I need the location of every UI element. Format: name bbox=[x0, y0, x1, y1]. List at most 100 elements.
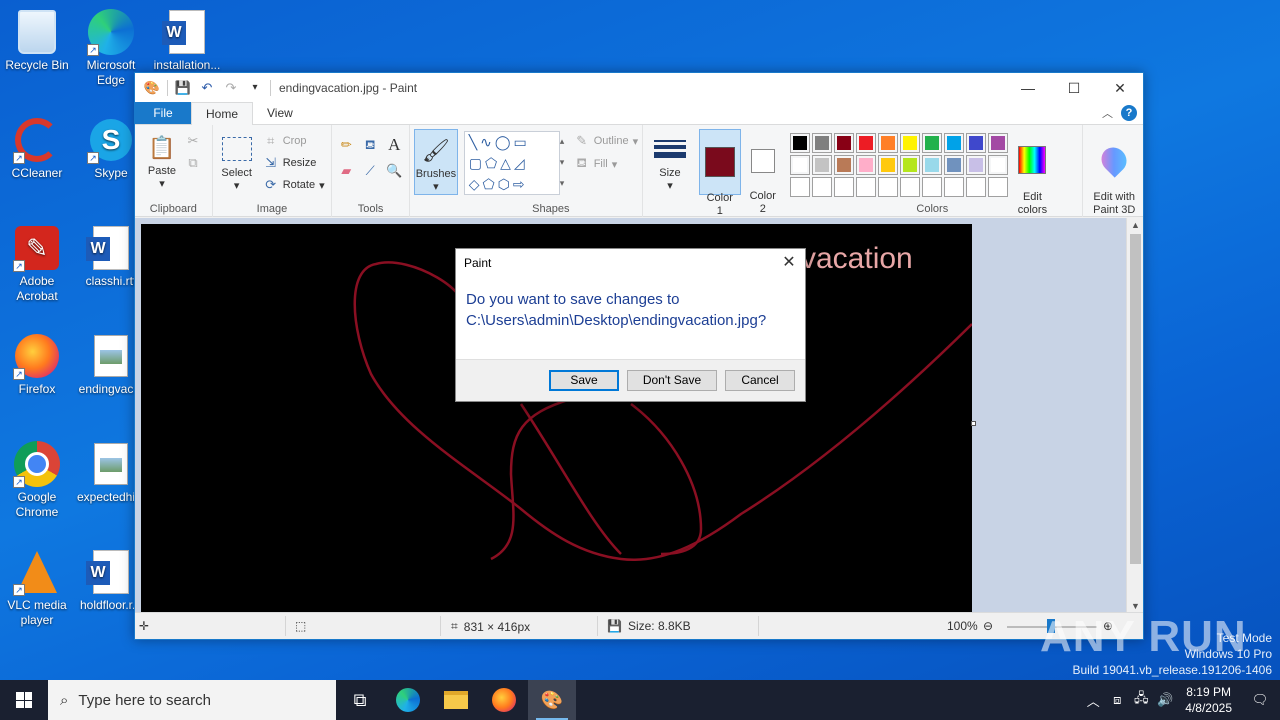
title-bar[interactable]: 🎨 💾 ↶ ↷ ▾ endingvacation.jpg - Paint — ☐… bbox=[135, 73, 1143, 103]
pentagon-icon[interactable]: ⬠ bbox=[482, 176, 497, 192]
curve-shape-icon[interactable]: ∿ bbox=[480, 134, 495, 150]
palette-swatch-empty[interactable] bbox=[856, 177, 877, 197]
eraser-tool[interactable]: ▰ bbox=[338, 163, 354, 179]
vertical-scrollbar[interactable]: ▲ ▼ bbox=[1126, 218, 1143, 613]
paste-button[interactable]: 📋 Paste ▾ bbox=[143, 131, 181, 191]
outline-button[interactable]: ✎ Outline ▾ bbox=[574, 133, 638, 149]
fill-button[interactable]: ⛾ Fill ▾ bbox=[574, 155, 617, 173]
clock[interactable]: 8:19 PM 4/8/2025 bbox=[1177, 684, 1240, 716]
cancel-button[interactable]: Cancel bbox=[725, 370, 795, 391]
scroll-down-icon[interactable]: ▼ bbox=[1127, 601, 1143, 611]
fill-tool[interactable]: ⛾ bbox=[362, 137, 378, 155]
palette-swatch[interactable] bbox=[922, 155, 943, 175]
task-view-button[interactable]: ⧉ bbox=[336, 680, 384, 720]
oval-shape-icon[interactable]: ◯ bbox=[495, 134, 514, 150]
save-icon[interactable]: 💾 bbox=[174, 79, 192, 97]
shapes-gallery[interactable]: ╲∿◯▭ ▢⬠△◿ ◇⬠⬡⇨ bbox=[463, 131, 560, 195]
taskbar-file-explorer[interactable] bbox=[432, 680, 480, 720]
rotate-button[interactable]: ⟳ Rotate ▾ bbox=[263, 177, 324, 193]
palette-swatch[interactable] bbox=[922, 133, 943, 153]
dialog-close-icon[interactable]: ✕ bbox=[773, 249, 805, 277]
undo-icon[interactable]: ↶ bbox=[198, 79, 216, 97]
desktop-icon-chrome[interactable]: ↗ Google Chrome bbox=[1, 440, 73, 520]
palette-swatch[interactable] bbox=[856, 133, 877, 153]
triangle-icon[interactable]: △ bbox=[500, 155, 514, 171]
collapse-ribbon-icon[interactable]: ︿ bbox=[1102, 105, 1113, 121]
dont-save-button[interactable]: Don't Save bbox=[627, 370, 717, 391]
shapes-scroll-icon[interactable]: ▴ ▾ ▾ bbox=[560, 131, 565, 194]
tray-app-icon[interactable]: ⧈ bbox=[1105, 692, 1129, 708]
right-triangle-icon[interactable]: ◿ bbox=[514, 155, 528, 171]
desktop-icon-ccleaner[interactable]: ↗ CCleaner bbox=[1, 116, 73, 181]
magnifier-tool[interactable]: 🔍 bbox=[386, 163, 402, 179]
palette-swatch-empty[interactable] bbox=[834, 177, 855, 197]
taskbar-edge[interactable] bbox=[384, 680, 432, 720]
cut-button[interactable]: ✂ bbox=[185, 133, 201, 149]
palette-swatch[interactable] bbox=[878, 133, 899, 153]
palette-swatch[interactable] bbox=[988, 133, 1009, 153]
minimize-button[interactable]: — bbox=[1005, 73, 1051, 103]
brushes-button[interactable]: 🖌 Brushes ▾ bbox=[413, 129, 458, 195]
palette-swatch[interactable] bbox=[944, 133, 965, 153]
polygon-icon[interactable]: ⬠ bbox=[485, 155, 500, 171]
palette-swatch[interactable] bbox=[966, 133, 987, 153]
save-button[interactable]: Save bbox=[549, 370, 619, 391]
line-shape-icon[interactable]: ╲ bbox=[469, 134, 480, 150]
notifications-icon[interactable]: 🗨 bbox=[1240, 692, 1280, 708]
tab-view[interactable]: View bbox=[253, 102, 307, 124]
palette-swatch[interactable] bbox=[988, 155, 1009, 175]
select-button[interactable]: Select ▾ bbox=[219, 133, 255, 193]
palette-swatch[interactable] bbox=[966, 155, 987, 175]
desktop-icon-vlc[interactable]: ↗ VLC media player bbox=[1, 548, 73, 628]
tray-overflow-icon[interactable]: ︿ bbox=[1081, 691, 1105, 710]
desktop-icon-firefox[interactable]: ↗ Firefox bbox=[1, 332, 73, 397]
desktop-icon-recycle-bin[interactable]: Recycle Bin bbox=[1, 8, 73, 73]
start-button[interactable] bbox=[0, 680, 48, 720]
copy-button[interactable]: ⧉ bbox=[185, 155, 201, 171]
color-picker-tool[interactable]: ⟋ bbox=[362, 163, 378, 179]
zoom-out-button[interactable]: ⊖ bbox=[983, 619, 993, 633]
palette-swatch-empty[interactable] bbox=[944, 177, 965, 197]
palette-swatch-empty[interactable] bbox=[900, 177, 921, 197]
hexagon-icon[interactable]: ⬡ bbox=[498, 176, 513, 192]
crop-button[interactable]: ⌗ Crop bbox=[263, 133, 307, 149]
scroll-up-icon[interactable]: ▲ bbox=[1127, 220, 1143, 230]
rectangle-shape-icon[interactable]: ▭ bbox=[514, 134, 530, 150]
palette-swatch[interactable] bbox=[834, 133, 855, 153]
taskbar-firefox[interactable] bbox=[480, 680, 528, 720]
arrow-shape-icon[interactable]: ⇨ bbox=[513, 176, 528, 192]
color1-button[interactable]: Color 1 bbox=[698, 129, 741, 217]
network-icon[interactable]: 🖧 bbox=[1129, 689, 1153, 711]
palette-swatch-empty[interactable] bbox=[878, 177, 899, 197]
palette-swatch-empty[interactable] bbox=[988, 177, 1009, 197]
pencil-tool[interactable]: ✏ bbox=[338, 137, 354, 153]
taskbar-paint[interactable]: 🎨 bbox=[528, 680, 576, 720]
palette-swatch[interactable] bbox=[900, 155, 921, 175]
dialog-title-bar[interactable]: Paint ✕ bbox=[456, 249, 805, 277]
help-icon[interactable]: ? bbox=[1121, 105, 1137, 121]
text-tool[interactable]: A bbox=[386, 135, 402, 155]
volume-icon[interactable]: 🔊 bbox=[1153, 692, 1177, 708]
edit-with-paint3d-button[interactable]: Edit with Paint 3D bbox=[1087, 131, 1141, 217]
palette-swatch[interactable] bbox=[790, 133, 811, 153]
resize-handle[interactable] bbox=[971, 421, 976, 426]
desktop-icon-acrobat[interactable]: ✎ ↗ Adobe Acrobat bbox=[1, 224, 73, 304]
palette-swatch[interactable] bbox=[812, 133, 833, 153]
palette-swatch[interactable] bbox=[812, 155, 833, 175]
palette-swatch-empty[interactable] bbox=[966, 177, 987, 197]
palette-swatch[interactable] bbox=[944, 155, 965, 175]
palette-swatch-empty[interactable] bbox=[790, 177, 811, 197]
color2-button[interactable]: Color 2 bbox=[743, 129, 783, 215]
palette-swatch-empty[interactable] bbox=[922, 177, 943, 197]
palette-swatch[interactable] bbox=[856, 155, 877, 175]
maximize-button[interactable]: ☐ bbox=[1051, 73, 1097, 103]
size-button[interactable]: Size ▾ bbox=[651, 133, 689, 193]
palette-swatch[interactable] bbox=[878, 155, 899, 175]
scrollbar-thumb[interactable] bbox=[1130, 234, 1141, 564]
palette-swatch[interactable] bbox=[900, 133, 921, 153]
palette-swatch[interactable] bbox=[790, 155, 811, 175]
palette-swatch[interactable] bbox=[834, 155, 855, 175]
redo-icon[interactable]: ↷ bbox=[222, 79, 240, 97]
tab-home[interactable]: Home bbox=[191, 102, 254, 125]
palette-swatch-empty[interactable] bbox=[812, 177, 833, 197]
